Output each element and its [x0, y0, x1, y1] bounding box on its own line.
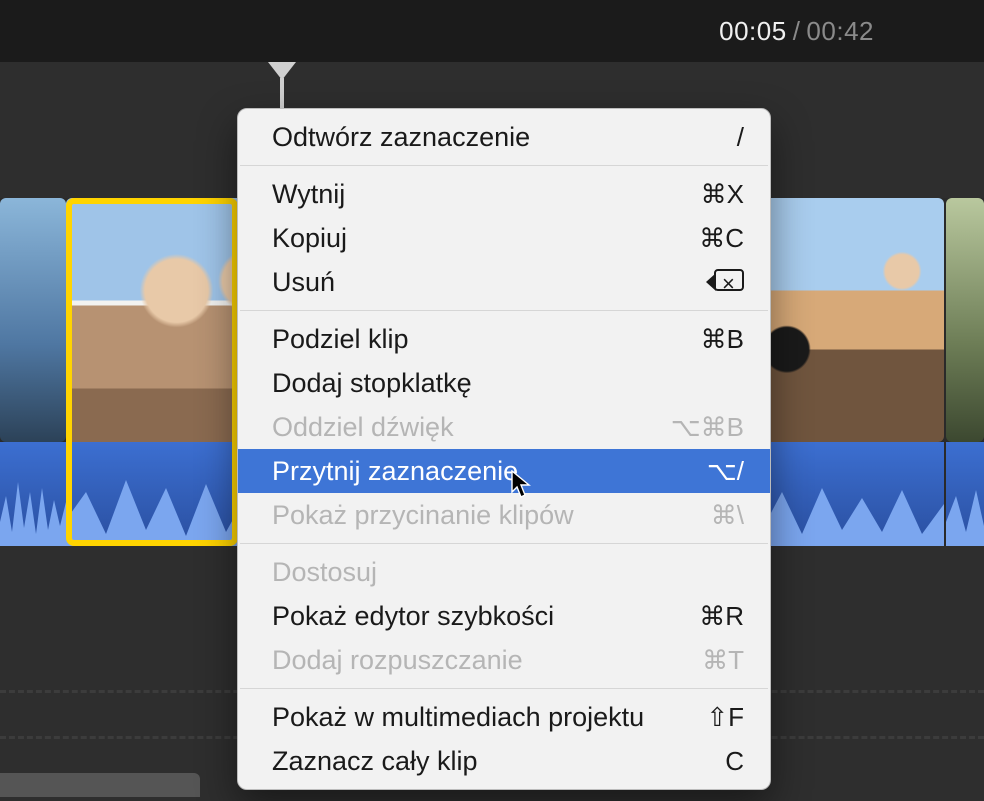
- menu-item-label: Przytnij zaznaczenie: [272, 453, 518, 489]
- menu-item-label: Dodaj rozpuszczanie: [272, 642, 523, 678]
- menu-item-copy[interactable]: Kopiuj ⌘C: [238, 216, 770, 260]
- delete-icon: [714, 269, 744, 291]
- menu-separator: [240, 165, 768, 166]
- menu-item-detach-audio: Oddziel dźwięk ⌥⌘B: [238, 405, 770, 449]
- menu-item-shortcut: /: [737, 119, 744, 155]
- menu-item-shortcut: ⌘R: [699, 598, 744, 634]
- menu-item-label: Dodaj stopklatkę: [272, 365, 472, 401]
- menu-item-shortcut: ⌘B: [701, 321, 744, 357]
- audio-waveform[interactable]: [946, 442, 984, 546]
- menu-item-label: Usuń: [272, 264, 335, 300]
- menu-item-shortcut: [714, 264, 744, 300]
- menu-item-shortcut: ⌘\: [711, 497, 744, 533]
- menu-item-label: Wytnij: [272, 176, 345, 212]
- clip-thumbnail[interactable]: [946, 198, 984, 442]
- menu-item-play-selection[interactable]: Odtwórz zaznaczenie /: [238, 115, 770, 159]
- time-current: 00:05: [719, 16, 787, 47]
- clip-thumbnail[interactable]: [0, 198, 66, 442]
- menu-item-delete[interactable]: Usuń: [238, 260, 770, 304]
- menu-item-shortcut: ⌘C: [699, 220, 744, 256]
- bottom-toolbar: [0, 773, 200, 797]
- menu-item-speed-editor[interactable]: Pokaż edytor szybkości ⌘R: [238, 594, 770, 638]
- menu-item-trim-selection[interactable]: Przytnij zaznaczenie ⌥/: [238, 449, 770, 493]
- context-menu: Odtwórz zaznaczenie / Wytnij ⌘X Kopiuj ⌘C Usuń…: [237, 108, 771, 790]
- menu-item-show-trim: Pokaż przycinanie klipów ⌘\: [238, 493, 770, 537]
- menu-item-shortcut: C: [725, 743, 744, 779]
- menu-item-label: Odtwórz zaznaczenie: [272, 119, 530, 155]
- menu-item-label: Podziel klip: [272, 321, 409, 357]
- menu-item-cut[interactable]: Wytnij ⌘X: [238, 172, 770, 216]
- playhead-stem: [280, 78, 284, 112]
- time-total: 00:42: [806, 16, 874, 47]
- menu-item-shortcut: ⌥/: [707, 453, 744, 489]
- menu-item-split[interactable]: Podziel klip ⌘B: [238, 317, 770, 361]
- menu-item-label: Kopiuj: [272, 220, 347, 256]
- menu-item-label: Oddziel dźwięk: [272, 409, 454, 445]
- audio-waveform[interactable]: [0, 442, 66, 546]
- menu-item-label: Pokaż przycinanie klipów: [272, 497, 574, 533]
- menu-item-label: Zaznacz cały klip: [272, 743, 478, 779]
- menu-item-freeze[interactable]: Dodaj stopklatkę: [238, 361, 770, 405]
- time-separator: /: [787, 16, 807, 47]
- menu-item-add-dissolve: Dodaj rozpuszczanie ⌘T: [238, 638, 770, 682]
- menu-item-shortcut: ⌘T: [702, 642, 744, 678]
- menu-item-label: Pokaż w multimediach projektu: [272, 699, 644, 735]
- menu-item-select-all[interactable]: Zaznacz cały klip C: [238, 739, 770, 783]
- menu-separator: [240, 543, 768, 544]
- menu-item-label: Pokaż edytor szybkości: [272, 598, 554, 634]
- menu-item-shortcut: ⌘X: [701, 176, 744, 212]
- timeline-header: 00:05 / 00:42: [0, 0, 984, 62]
- menu-item-shortcut: ⇧F: [706, 699, 744, 735]
- menu-item-adjust: Dostosuj: [238, 550, 770, 594]
- menu-item-label: Dostosuj: [272, 554, 377, 590]
- menu-separator: [240, 688, 768, 689]
- menu-item-shortcut: ⌥⌘B: [671, 409, 744, 445]
- menu-item-reveal-media[interactable]: Pokaż w multimediach projektu ⇧F: [238, 695, 770, 739]
- menu-separator: [240, 310, 768, 311]
